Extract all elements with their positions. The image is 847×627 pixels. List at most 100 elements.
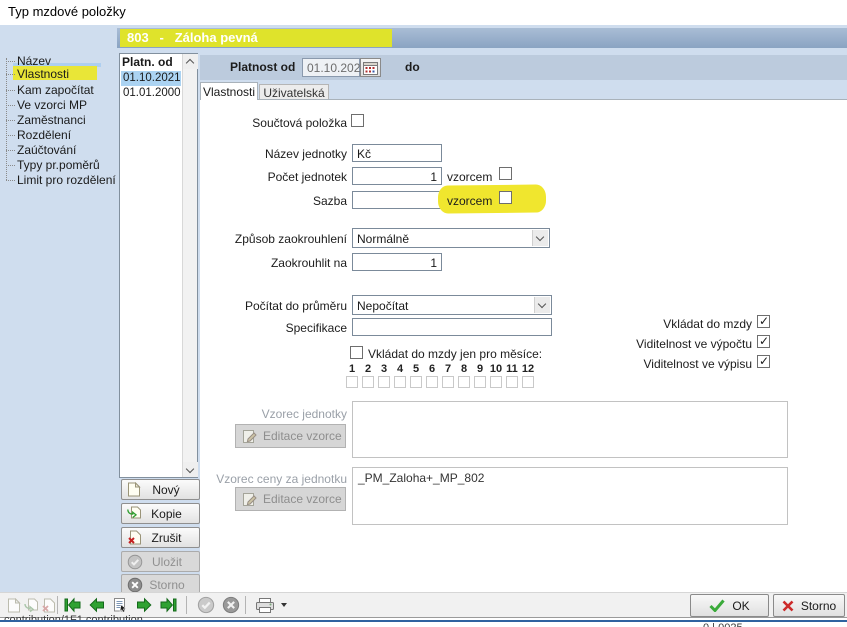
price-formula-label: Vzorec ceny za jednotku (147, 472, 347, 486)
sidebar-item-vlastnosti[interactable]: Vlastnosti (2, 67, 69, 81)
rounding-method-select[interactable]: Normálně (352, 228, 550, 248)
first-record-icon[interactable] (62, 595, 82, 615)
next-record-icon[interactable] (134, 595, 154, 615)
edit-formula-icon (242, 492, 257, 507)
visibility-calc-checkbox[interactable] (757, 335, 770, 348)
month-checkbox (442, 376, 454, 388)
copy-document-icon (127, 506, 142, 521)
chevron-down-icon (536, 233, 544, 241)
months-number-row: 123456789101112 (344, 363, 536, 375)
record-header-bar: 803 - Záloha pevná (117, 28, 847, 48)
sidebar-item-ve-vzorci-mp[interactable]: Ve vzorci MP (2, 98, 87, 112)
months-filter-checkbox[interactable] (350, 346, 363, 359)
sidebar-item-zauctovani[interactable]: Zaúčtování (2, 143, 76, 157)
insert-to-wage-label: Vkládat do mzdy (552, 317, 752, 331)
visibility-print-label: Viditelnost ve výpisu (552, 357, 752, 371)
month-checkbox (522, 376, 534, 388)
list-item[interactable]: 01.10.2021 (121, 71, 181, 86)
month-checkbox (426, 376, 438, 388)
rate-formula-checkbox[interactable] (499, 191, 512, 204)
dropdown-button[interactable] (532, 230, 548, 246)
edit-formula-icon (242, 429, 257, 444)
month-checkbox (458, 376, 470, 388)
tab-uzivatelska[interactable]: Uživatelská (259, 84, 329, 100)
price-formula-textarea[interactable]: _PM_Zaloha+_MP_802 (352, 467, 788, 525)
validity-from-label: Platnost od (230, 60, 295, 74)
validity-to-label: do (405, 60, 420, 74)
calendar-icon (363, 61, 378, 75)
list-item[interactable]: 01.01.2000 (121, 86, 181, 101)
save-check-icon (127, 554, 143, 570)
edit-unit-formula-button: Editace vzorce (235, 424, 346, 448)
calendar-button[interactable] (360, 58, 381, 77)
new-document-icon (127, 482, 141, 497)
month-checkbox (362, 376, 374, 388)
dropdown-button[interactable] (534, 297, 550, 313)
rate-input[interactable] (352, 191, 442, 209)
sidebar-item-zamestnanci[interactable]: Zaměstnanci (2, 113, 86, 127)
toolbar-separator (57, 596, 58, 614)
toolbar-separator (245, 596, 246, 614)
unit-count-formula-label: vzorcem (447, 170, 492, 184)
months-checkbox-row (344, 376, 536, 388)
sum-item-checkbox[interactable] (351, 114, 364, 127)
sum-item-label: Součtová položka (147, 116, 347, 130)
tab-vlastnosti[interactable]: Vlastnosti (200, 82, 258, 100)
page-title: Typ mzdové položky (8, 4, 126, 19)
visibility-calc-label: Viditelnost ve výpočtu (552, 337, 752, 351)
month-checkbox (378, 376, 390, 388)
cancel-x-icon (127, 577, 143, 593)
sidebar-item-nazev[interactable]: Název (2, 54, 51, 68)
prev-record-icon[interactable] (86, 595, 106, 615)
toolbar-delete-icon (38, 595, 58, 615)
month-checkbox (346, 376, 358, 388)
unit-formula-textarea[interactable] (352, 401, 788, 458)
insert-to-wage-checkbox[interactable] (757, 315, 770, 328)
sidebar-item-rozdeleni[interactable]: Rozdělení (2, 128, 71, 142)
save-button: Uložit (121, 551, 200, 572)
specification-label: Specifikace (147, 321, 347, 335)
rate-label: Sazba (147, 194, 347, 208)
scroll-up-button[interactable] (183, 54, 198, 69)
month-checkbox (490, 376, 502, 388)
status-text-right: 0 | 0025 (703, 622, 743, 627)
unit-name-label: Název jednotky (147, 147, 347, 161)
delete-button[interactable]: Zrušit (121, 527, 200, 548)
chevron-down-icon (538, 300, 546, 308)
record-title-highlighted: 803 - Záloha pevná (120, 29, 392, 47)
delete-document-icon (127, 530, 142, 545)
sidebar-item-kam-zapocitat[interactable]: Kam započítat (2, 83, 94, 97)
validity-from-date-field[interactable]: 01.10.2021 (302, 58, 360, 77)
edit-price-formula-button: Editace vzorce (235, 487, 346, 511)
list-column-header: Platn. od (122, 55, 173, 69)
specification-input[interactable] (352, 318, 552, 336)
months-filter-label: Vkládat do mzdy jen pro měsíce: (368, 347, 542, 361)
validity-row (200, 55, 847, 80)
unit-formula-label: Vzorec jednotky (147, 407, 347, 421)
chevron-up-icon (186, 59, 194, 67)
browse-records-icon[interactable] (110, 595, 130, 615)
unit-count-input[interactable]: 1 (352, 167, 442, 185)
storno-x-icon (782, 600, 794, 612)
unit-count-formula-checkbox[interactable] (499, 167, 512, 180)
rounding-method-label: Způsob zaokrouhlení (147, 232, 347, 246)
sidebar-item-typy-pr-pomeru[interactable]: Typy pr.poměrů (2, 158, 100, 172)
average-select[interactable]: Nepočítat (352, 295, 552, 315)
last-record-icon[interactable] (158, 595, 178, 615)
unit-name-input[interactable]: Kč (352, 144, 442, 162)
print-dropdown-icon[interactable] (278, 595, 290, 615)
storno-button[interactable]: Storno (773, 594, 845, 617)
round-to-label: Zaokrouhlit na (147, 256, 347, 270)
month-checkbox (394, 376, 406, 388)
toolbar-separator (186, 596, 187, 614)
print-icon[interactable] (254, 595, 276, 615)
sidebar-item-limit-pro-rozdeleni[interactable]: Limit pro rozdělení (2, 173, 116, 187)
toolbar-cancel-icon (221, 595, 241, 615)
visibility-print-checkbox[interactable] (757, 355, 770, 368)
typ-mzdove-polozky-window: Typ mzdové položky 803 - Záloha pevná Ná… (0, 0, 847, 627)
copy-button[interactable]: Kopie (121, 503, 200, 524)
month-checkbox (506, 376, 518, 388)
ok-button[interactable]: OK (690, 594, 769, 617)
unit-count-label: Počet jednotek (147, 170, 347, 184)
round-to-input[interactable]: 1 (352, 253, 442, 271)
